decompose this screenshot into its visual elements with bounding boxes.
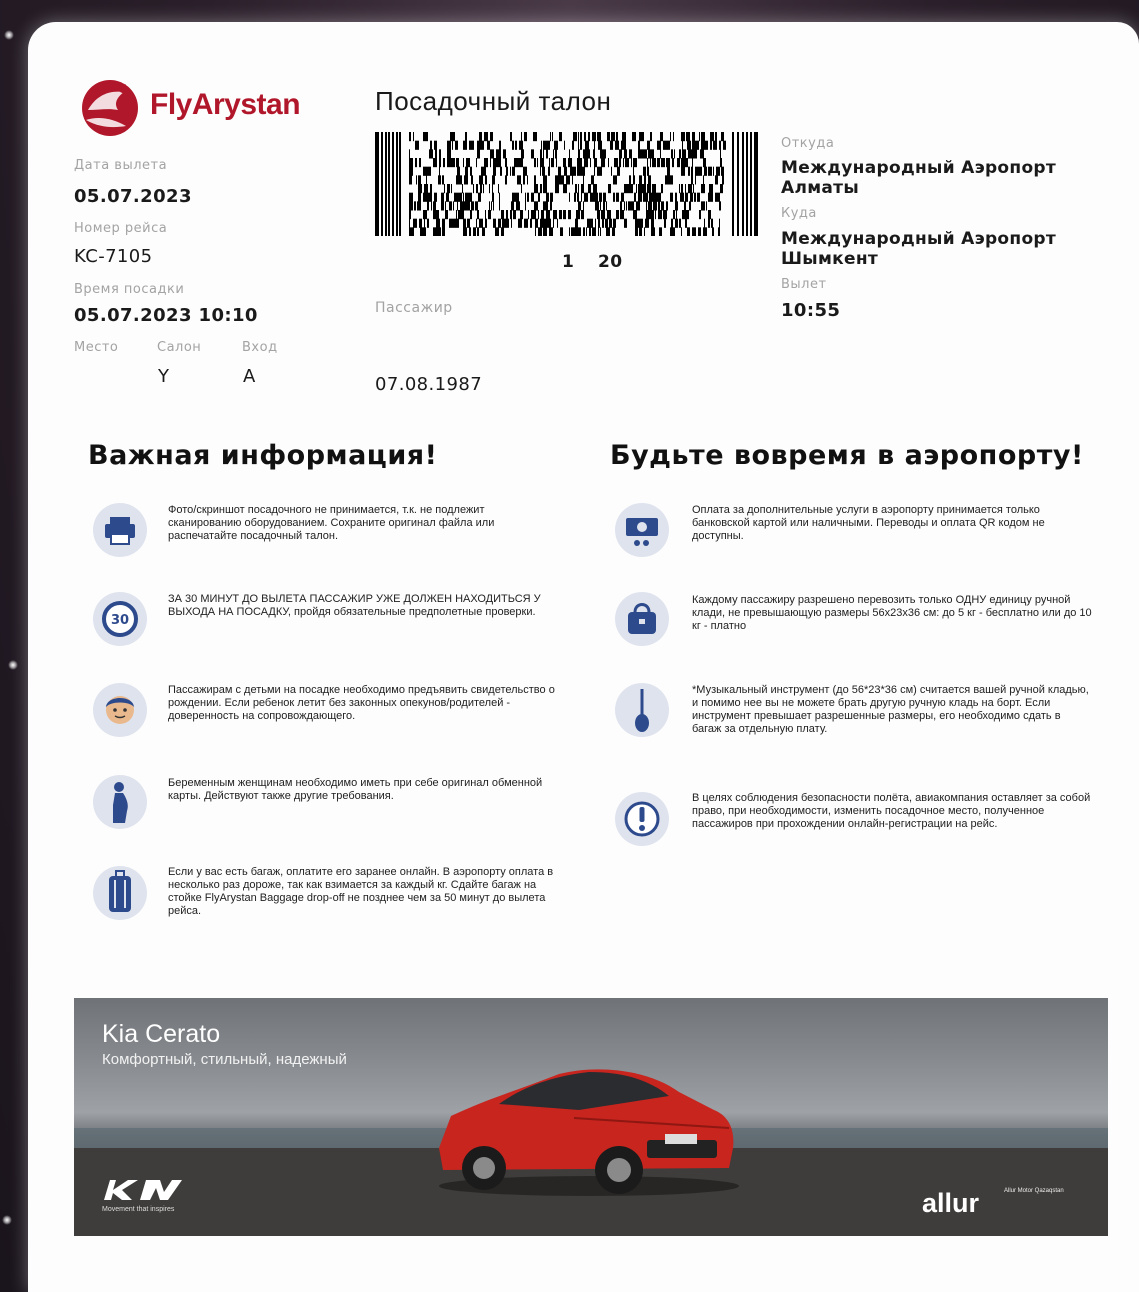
suitcase-icon [93, 866, 147, 920]
kia-logo-icon [104, 1180, 182, 1200]
ad-title: Kia Cerato [102, 1020, 221, 1048]
boarding-time: 05.07.2023 10:10 [74, 305, 258, 326]
guitar-icon [615, 683, 669, 737]
passenger-label: Пассажир [375, 300, 453, 316]
from-airport: Международный Аэропорт Алматы [781, 158, 1057, 198]
barcode [375, 132, 758, 237]
birth-date: 07.08.1987 [375, 374, 483, 395]
to-airport: Международный Аэропорт Шымкент [781, 229, 1057, 269]
payment-icon [615, 503, 669, 557]
departure-date: 05.07.2023 [74, 186, 192, 207]
departure-time: 10:55 [781, 300, 841, 321]
clock-30-icon: 30 [93, 592, 147, 646]
seat-label: Место [74, 340, 119, 355]
handbag-icon [615, 592, 669, 646]
kia-tagline: Movement that inspires [102, 1206, 175, 1213]
flight-label: Номер рейса [74, 221, 168, 236]
barcode-number-2: 20 [598, 252, 623, 272]
printer-icon [93, 503, 147, 557]
ad-subtitle: Комфортный, стильный, надежный [102, 1051, 347, 1068]
exclamation-icon [615, 792, 669, 846]
on-time-item-text: Оплата за дополнительные услуги в аэропо… [692, 504, 1045, 542]
gate-value: A [243, 366, 256, 387]
important-info-heading: Важная информация! [88, 440, 438, 471]
from-label: Откуда [781, 136, 835, 151]
departure-time-label: Вылет [781, 277, 827, 292]
page-title: Посадочный талон [375, 86, 612, 116]
child-icon [93, 683, 147, 737]
departure-date-label: Дата вылета [74, 158, 168, 173]
kia-ad-banner[interactable]: Kia Cerato Комфортный, стильный, надежны… [74, 998, 1108, 1236]
boarding-time-label: Время посадки [74, 282, 185, 297]
cabin-value: Y [158, 366, 170, 387]
important-item-text: Пассажирам с детьми на посадке необходим… [168, 684, 555, 722]
barcode-number-1: 1 [562, 252, 575, 272]
important-item-text: Фото/скриншот посадочного не принимается… [168, 504, 495, 542]
pregnant-woman-icon [93, 775, 147, 829]
on-time-item-text: В целях соблюдения безопасности полёта, … [692, 792, 1091, 830]
important-item-text: ЗА 30 МИНУТ ДО ВЫЛЕТА ПАССАЖИР УЖЕ ДОЛЖЕ… [168, 593, 541, 618]
on-time-item-text: Каждому пассажиру разрешено перевозить т… [692, 594, 1092, 632]
svg-text:30: 30 [111, 613, 129, 628]
on-time-heading: Будьте вовремя в аэропорту! [610, 440, 1084, 471]
lion-logo-icon [78, 76, 142, 140]
allur-logo: allur [922, 1188, 980, 1218]
gate-label: Вход [242, 340, 278, 355]
important-item-text: Если у вас есть багаж, оплатите его зара… [168, 866, 554, 917]
car-image [439, 1069, 739, 1196]
important-item-text: Беременным женщинам необходимо иметь при… [168, 777, 543, 802]
on-time-item-text: *Музыкальный инструмент (до 56*23*36 см)… [692, 684, 1089, 735]
flight-number: KC-7105 [74, 246, 153, 267]
cabin-label: Салон [157, 340, 202, 355]
allur-note: Allur Motor Qazaqstan [1004, 1188, 1064, 1194]
to-label: Куда [781, 206, 817, 221]
brand-name: FlyArystan [150, 88, 301, 121]
